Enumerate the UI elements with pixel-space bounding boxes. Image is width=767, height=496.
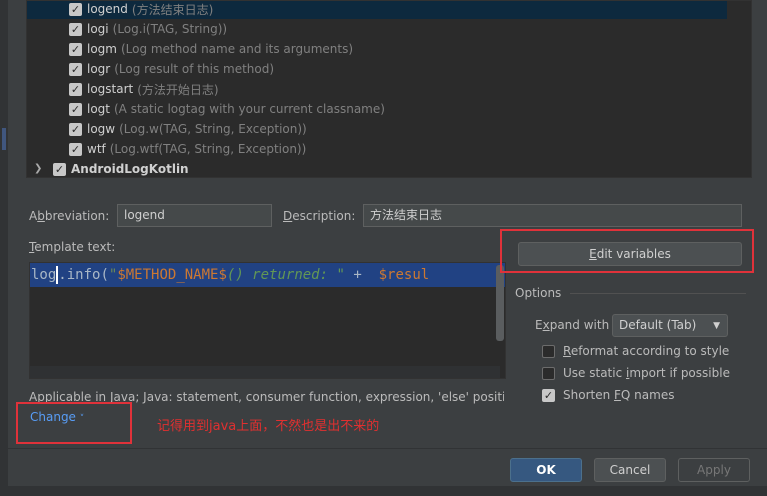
template-name: logw <box>87 122 116 136</box>
live-template-tree[interactable]: ✓ logend (方法结束日志) ✓ logi (Log.i(TAG, Str… <box>26 0 752 178</box>
reformat-checkbox[interactable] <box>542 344 555 358</box>
description-label: Description: <box>283 209 356 223</box>
template-name: logend <box>87 2 128 16</box>
tree-item-logend[interactable]: ✓ logend (方法结束日志) <box>27 1 727 19</box>
editor-line-1[interactable]: log .info("$METHOD_NAME$() returned: " + … <box>30 263 505 287</box>
abbreviation-label: Abbreviation: <box>29 209 110 223</box>
template-desc: (Log result of this method) <box>114 62 275 76</box>
template-desc: (Log.w(TAG, String, Exception)) <box>119 122 307 136</box>
shorten-fq-option[interactable]: ✓ Shorten FQ names <box>542 388 674 402</box>
check-icon[interactable]: ✓ <box>69 102 82 116</box>
left-gutter <box>0 0 8 496</box>
tree-group-androidlogkotlin[interactable]: ❯ ✓ AndroidLogKotlin <box>27 159 727 177</box>
template-text-label: Template text: <box>29 240 116 254</box>
template-name: logi <box>87 22 109 36</box>
template-desc: (A static logtag with your current class… <box>114 102 385 116</box>
template-text-editor[interactable]: log .info("$METHOD_NAME$() returned: " + … <box>29 262 506 379</box>
abbreviation-field[interactable]: logend <box>117 204 272 227</box>
tree-item-logr[interactable]: ✓ logr (Log result of this method) <box>27 59 727 79</box>
check-icon[interactable]: ✓ <box>69 142 82 156</box>
check-icon[interactable]: ✓ <box>69 2 82 16</box>
group-name: AndroidLogKotlin <box>71 162 189 176</box>
chevron-right-icon[interactable]: ❯ <box>34 163 42 174</box>
check-icon[interactable]: ✓ <box>69 122 82 136</box>
check-icon[interactable]: ✓ <box>69 22 82 36</box>
expand-with-value: Default (Tab) <box>619 318 697 332</box>
annotation-highlight-edit-variables <box>500 229 754 273</box>
template-desc: (Log method name and its arguments) <box>120 42 354 56</box>
editor-horizontal-scrollbar[interactable] <box>30 366 500 378</box>
template-name: logm <box>87 42 117 56</box>
description-field[interactable]: 方法结束日志 <box>363 204 742 227</box>
gutter-marker <box>2 128 6 150</box>
template-name: logt <box>87 102 110 116</box>
chevron-down-icon: ▼ <box>713 321 720 331</box>
check-icon[interactable]: ✓ <box>53 162 66 176</box>
tree-item-wtf[interactable]: ✓ wtf (Log.wtf(TAG, String, Exception)) <box>27 139 727 159</box>
options-separator <box>570 293 746 294</box>
reformat-label: Reformat according to style <box>563 344 730 358</box>
template-name: wtf <box>87 142 106 156</box>
expand-with-select[interactable]: Default (Tab) ▼ <box>612 314 728 337</box>
tree-item-logi[interactable]: ✓ logi (Log.i(TAG, String)) <box>27 19 727 39</box>
status-strip <box>0 486 767 496</box>
static-import-label: Use static import if possible <box>563 366 730 380</box>
ok-button[interactable]: OK <box>510 458 582 482</box>
footer-divider <box>0 448 767 449</box>
check-icon[interactable]: ✓ <box>69 82 82 96</box>
check-icon[interactable]: ✓ <box>69 62 82 76</box>
reformat-option[interactable]: Reformat according to style <box>542 344 729 358</box>
annotation-note: 记得用到java上面，不然也是出不来的 <box>157 419 380 434</box>
static-import-option[interactable]: Use static import if possible <box>542 366 730 380</box>
template-desc: (方法结束日志) <box>131 2 214 17</box>
template-desc: (方法开始日志) <box>137 82 219 97</box>
editor-vertical-scrollbar[interactable] <box>496 265 504 341</box>
check-icon[interactable]: ✓ <box>542 388 555 402</box>
shorten-fq-label: Shorten FQ names <box>563 388 675 402</box>
tree-item-logw[interactable]: ✓ logw (Log.w(TAG, String, Exception)) <box>27 119 727 139</box>
apply-button[interactable]: Apply <box>678 458 750 482</box>
template-desc: (Log.i(TAG, String)) <box>112 22 228 36</box>
tree-item-logm[interactable]: ✓ logm (Log method name and its argument… <box>27 39 727 59</box>
template-desc: (Log.wtf(TAG, String, Exception)) <box>109 142 307 156</box>
check-icon[interactable]: ✓ <box>69 42 82 56</box>
static-import-checkbox[interactable] <box>542 366 555 380</box>
template-name: logr <box>87 62 111 76</box>
tree-item-logstart[interactable]: ✓ logstart (方法开始日志) <box>27 79 727 99</box>
cancel-button[interactable]: Cancel <box>594 458 666 482</box>
options-title: Options <box>515 286 562 300</box>
template-name: logstart <box>87 82 134 96</box>
expand-with-label: Expand with <box>535 318 610 332</box>
annotation-highlight-change <box>16 402 132 444</box>
tree-item-logt[interactable]: ✓ logt (A static logtag with your curren… <box>27 99 727 119</box>
